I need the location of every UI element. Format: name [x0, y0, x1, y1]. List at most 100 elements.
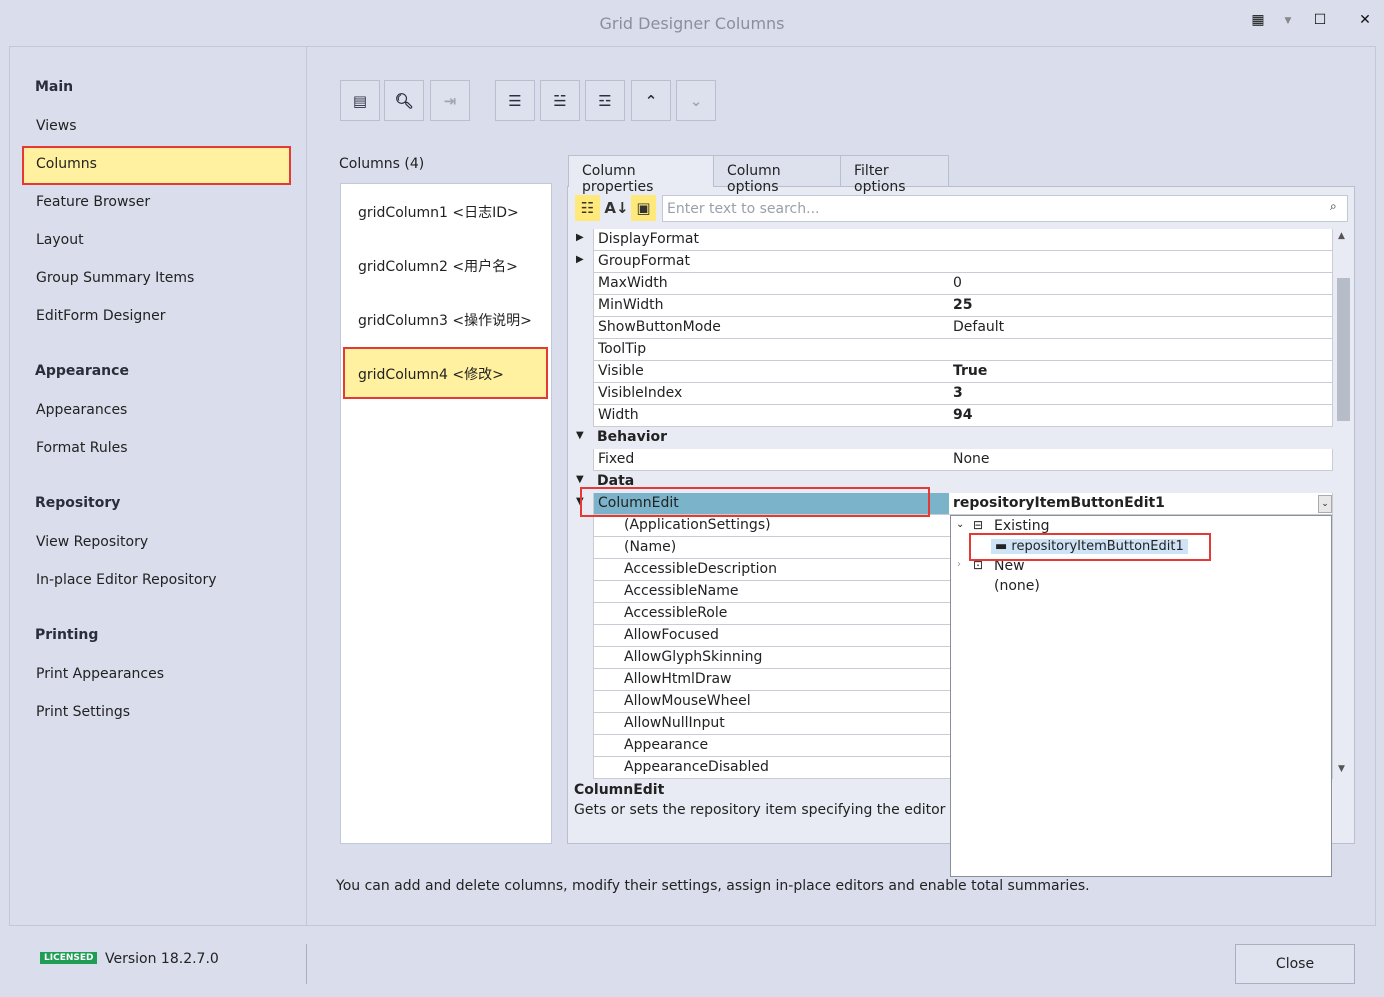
sidebar-item-feature-browser[interactable]: Feature Browser [36, 194, 150, 210]
property-name: AccessibleDescription [593, 559, 950, 581]
list-item[interactable]: gridColumn1 <日志ID> [358, 202, 519, 222]
add-column-button[interactable]: ☰ [495, 80, 535, 121]
property-row[interactable]: ▶ GroupFormat [567, 251, 1333, 273]
sidebar-item-layout[interactable]: Layout [36, 232, 84, 248]
retrieve-fields-button[interactable]: ⇥ [430, 80, 470, 121]
footer-separator [306, 944, 307, 984]
list-item[interactable]: gridColumn4 <修改> [358, 364, 504, 384]
maximize-icon[interactable]: ☐ [1308, 12, 1332, 28]
property-category[interactable]: ▼ Behavior [567, 427, 1333, 449]
expand-arrow-icon[interactable]: ▶ [576, 254, 584, 265]
sidebar-item-print-appearances[interactable]: Print Appearances [36, 666, 164, 682]
collapse-arrow-icon[interactable]: ▼ [576, 474, 584, 485]
footer-divider [9, 925, 1376, 926]
property-value[interactable]: repositoryItemButtonEdit1 [949, 493, 1333, 515]
property-value[interactable] [949, 339, 1333, 361]
sort-alphabetical-icon[interactable]: A↓ [604, 195, 629, 221]
description-title: ColumnEdit [574, 782, 665, 798]
sidebar-item-format-rules[interactable]: Format Rules [36, 440, 128, 456]
property-pages-icon[interactable]: ▣ [631, 195, 656, 221]
property-name: GroupFormat [593, 251, 950, 273]
repository-item-highlight [969, 533, 1211, 561]
tab-column-properties[interactable]: Column properties [568, 155, 714, 195]
licensed-badge: LICENSED [40, 952, 98, 964]
property-name: AllowGlyphSkinning [593, 647, 950, 669]
property-name: AllowMouseWheel [593, 691, 950, 713]
sidebar-item-appearances[interactable]: Appearances [36, 402, 127, 418]
sidebar-item-print-settings[interactable]: Print Settings [36, 704, 130, 720]
property-row[interactable]: Visible True [567, 361, 1333, 383]
show-columns-button[interactable]: ▤ [340, 80, 380, 121]
close-button[interactable]: Close [1235, 944, 1355, 984]
property-value[interactable]: Default [949, 317, 1333, 339]
collapse-icon[interactable]: › [957, 559, 961, 570]
scroll-thumb[interactable] [1337, 278, 1350, 421]
folder-icon: ⊟ [973, 518, 984, 532]
property-row[interactable]: Width 94 [567, 405, 1333, 427]
sidebar-item-in-place-editor-repository[interactable]: In-place Editor Repository [36, 572, 217, 588]
property-name: AllowNullInput [593, 713, 950, 735]
property-value[interactable]: None [949, 449, 1333, 471]
sidebar-heading: Main [35, 79, 74, 95]
dropdown-chevron-icon[interactable]: ⌄ [1318, 495, 1332, 513]
version-label: Version 18.2.7.0 [105, 951, 219, 967]
tab-column-options[interactable]: Column options [713, 155, 841, 195]
hint-text: You can add and delete columns, modify t… [336, 878, 1090, 894]
property-value[interactable] [949, 229, 1333, 251]
sidebar-item-columns[interactable]: Columns [36, 156, 97, 172]
sidebar-item-editform-designer[interactable]: EditForm Designer [36, 308, 166, 324]
dropdown-icon[interactable]: ▼ [1276, 16, 1300, 26]
list-item[interactable]: gridColumn2 <用户名> [358, 256, 518, 276]
scroll-down-icon[interactable]: ▼ [1338, 764, 1345, 774]
categorized-icon[interactable]: ☷ [575, 195, 600, 221]
sidebar-item-view-repository[interactable]: View Repository [36, 534, 148, 550]
property-row[interactable]: VisibleIndex 3 [567, 383, 1333, 405]
palette-icon[interactable]: ▦ [1246, 12, 1270, 28]
property-row[interactable]: ShowButtonMode Default [567, 317, 1333, 339]
scroll-up-icon[interactable]: ▲ [1338, 231, 1345, 241]
property-value[interactable] [949, 251, 1333, 273]
property-row[interactable]: ▶ DisplayFormat [567, 229, 1333, 251]
description-area: ColumnEdit Gets or sets the repository i… [574, 782, 950, 818]
sidebar-heading: Appearance [35, 363, 129, 379]
expand-arrow-icon[interactable]: ▶ [576, 232, 584, 243]
move-up-button[interactable]: ⌃ [631, 80, 671, 121]
list-item[interactable]: gridColumn3 <操作说明> [358, 310, 532, 330]
property-name: (Name) [593, 537, 950, 559]
tab-filter-options[interactable]: Filter options [840, 155, 949, 195]
property-name: AllowFocused [593, 625, 950, 647]
property-name: AccessibleName [593, 581, 950, 603]
columns-list[interactable] [340, 183, 552, 844]
property-name: ToolTip [593, 339, 950, 361]
property-name: MinWidth [593, 295, 950, 317]
property-row[interactable]: MinWidth 25 [567, 295, 1333, 317]
sidebar-item-group-summary-items[interactable]: Group Summary Items [36, 270, 194, 286]
columns-label: Columns (4) [339, 156, 425, 172]
property-row[interactable]: MaxWidth 0 [567, 273, 1333, 295]
property-value[interactable]: True [949, 361, 1333, 383]
property-name: DisplayFormat [593, 229, 950, 251]
insert-column-button[interactable]: ☱ [540, 80, 580, 121]
sidebar-item-views[interactable]: Views [36, 118, 77, 134]
property-value[interactable]: 94 [949, 405, 1333, 427]
expand-icon[interactable]: ⌄ [956, 519, 964, 530]
property-row[interactable]: Fixed None [567, 449, 1333, 471]
none-option[interactable]: (none) [994, 578, 1040, 594]
move-down-button[interactable]: ⌄ [676, 80, 716, 121]
existing-node[interactable]: Existing [994, 518, 1049, 534]
property-name: AppearanceDisabled [593, 757, 950, 779]
property-name: Behavior [597, 429, 668, 445]
description-text: Gets or sets the repository item specify… [574, 802, 950, 818]
collapse-arrow-icon[interactable]: ▼ [576, 430, 584, 441]
remove-column-button[interactable]: ☲ [585, 80, 625, 121]
property-name: Fixed [593, 449, 950, 471]
property-value[interactable]: 3 [949, 383, 1333, 405]
property-value[interactable]: 0 [949, 273, 1333, 295]
search-button[interactable]: 🔍︎ [384, 80, 424, 121]
property-row[interactable]: ToolTip [567, 339, 1333, 361]
property-value[interactable]: 25 [949, 295, 1333, 317]
close-icon[interactable]: ✕ [1353, 12, 1377, 28]
search-input[interactable]: Enter text to search... [662, 195, 1348, 222]
property-name: AccessibleRole [593, 603, 950, 625]
sidebar-heading: Repository [35, 495, 121, 511]
